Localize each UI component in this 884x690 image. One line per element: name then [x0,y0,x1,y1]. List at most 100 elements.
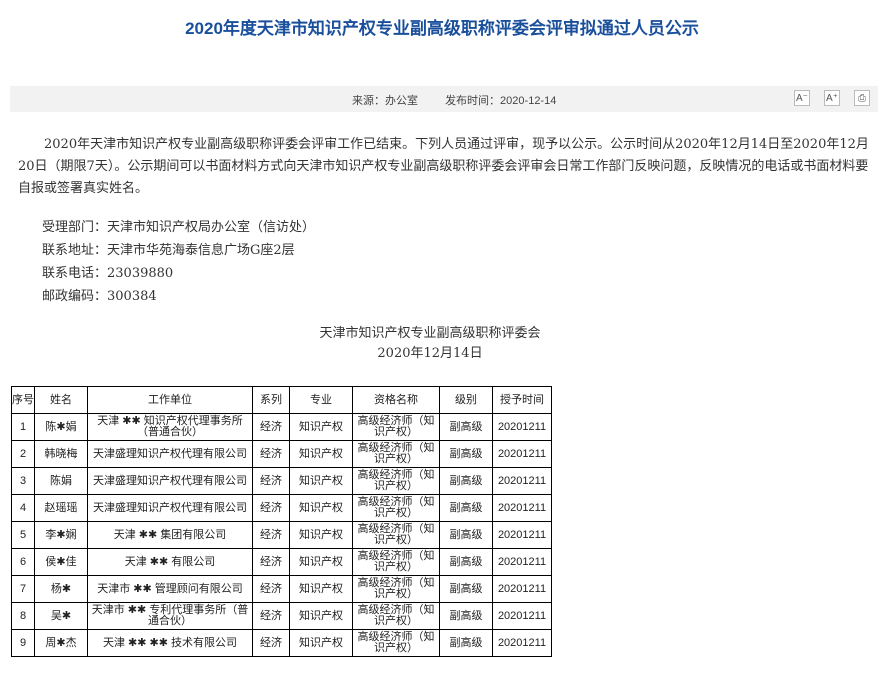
cell-unit: 天津盛理知识产权代理有限公司 [87,440,253,468]
cell-qualification: 高级经济师（知识产权） [352,440,440,468]
cell-unit: 天津 ✱✱ ✱✱ 技术有限公司 [87,629,253,657]
table-row: 3 陈娟 天津盛理知识产权代理有限公司 经济 知识产权 高级经济师（知识产权） 副高级 202… [11,467,552,495]
table-row: 9 周✱杰 天津 ✱✱ ✱✱ 技术有限公司 经济 知识产权 高级经济师（知识产权） 副高级 2… [11,629,552,657]
table-row: 5 李✱娴 天津 ✱✱ 集团有限公司 经济 知识产权 高级经济师（知识产权） 副高级 2020… [11,521,552,549]
cell-no: 7 [11,575,35,603]
cell-major: 知识产权 [289,467,353,495]
cell-no: 5 [11,521,35,549]
cell-grant-time: 20201211 [492,521,552,549]
table-row: 8 吴✱ 天津市 ✱✱ 专利代理事务所（普通合伙） 经济 知识产权 高级经济师（知识产权）… [11,602,552,630]
cell-grant-time: 20201211 [492,494,552,522]
cell-qualification: 高级经济师（知识产权） [352,521,440,549]
cell-major: 知识产权 [289,629,353,657]
cell-series: 经济 [252,467,290,495]
cell-grant-time: 20201211 [492,602,552,630]
cell-major: 知识产权 [289,548,353,576]
table-row: 1 陈✱娟 天津 ✱✱ 知识产权代理事务所（普通合伙） 经济 知识产权 高级经济师（知识产… [11,413,552,441]
cell-name: 李✱娴 [34,521,88,549]
contact-department: 受理部门：天津市知识产权局办公室（信访处） [42,220,316,235]
cell-major: 知识产权 [289,440,353,468]
cell-grant-time: 20201211 [492,413,552,441]
cell-qualification: 高级经济师（知识产权） [352,467,440,495]
cell-major: 知识产权 [289,413,353,441]
cell-qualification: 高级经济师（知识产权） [352,548,440,576]
cell-no: 8 [11,602,35,630]
cell-major: 知识产权 [289,602,353,630]
signature-block: 天津市知识产权专业副高级职称评委会 2020年12月14日 [270,324,590,364]
contact-block: 受理部门：天津市知识产权局办公室（信访处） 联系地址：天津市华苑海泰信息广场G座… [42,216,315,308]
contact-phone: 联系电话：23039880 [42,266,174,281]
cell-grant-time: 20201211 [492,440,552,468]
cell-qualification: 高级经济师（知识产权） [352,629,440,657]
cell-name: 杨✱ [34,575,88,603]
cell-level: 副高级 [439,575,493,603]
cell-name: 赵瑶瑶 [34,494,88,522]
cell-unit: 天津市 ✱✱ 管理顾问有限公司 [87,575,253,603]
header-series: 系列 [252,386,290,414]
cell-name: 吴✱ [34,602,88,630]
cell-name: 周✱杰 [34,629,88,657]
cell-grant-time: 20201211 [492,575,552,603]
cell-series: 经济 [252,413,290,441]
header-unit: 工作单位 [87,386,253,414]
cell-level: 副高级 [439,440,493,468]
cell-series: 经济 [252,494,290,522]
cell-major: 知识产权 [289,494,353,522]
cell-unit: 天津 ✱✱ 知识产权代理事务所（普通合伙） [87,413,253,441]
source-label: 来源：办公室 [352,95,418,107]
cell-name: 韩晓梅 [34,440,88,468]
cell-level: 副高级 [439,413,493,441]
cell-no: 6 [11,548,35,576]
cell-series: 经济 [252,521,290,549]
cell-level: 副高级 [439,521,493,549]
cell-major: 知识产权 [289,575,353,603]
cell-series: 经济 [252,602,290,630]
font-smaller-icon[interactable]: A⁻ [794,90,810,106]
cell-level: 副高级 [439,629,493,657]
cell-unit: 天津 ✱✱ 有限公司 [87,548,253,576]
cell-unit: 天津盛理知识产权代理有限公司 [87,467,253,495]
cell-name: 陈✱娟 [34,413,88,441]
cell-level: 副高级 [439,494,493,522]
cell-series: 经济 [252,629,290,657]
cell-no: 1 [11,413,35,441]
header-grant-time: 授予时间 [492,386,552,414]
page-title: 2020年度天津市知识产权专业副高级职称评委会评审拟通过人员公示 [185,19,699,38]
cell-level: 副高级 [439,602,493,630]
table-row: 2 韩晓梅 天津盛理知识产权代理有限公司 经济 知识产权 高级经济师（知识产权） 副高级 20… [11,440,552,468]
cell-series: 经济 [252,548,290,576]
cell-no: 9 [11,629,35,657]
cell-qualification: 高级经济师（知识产权） [352,494,440,522]
cell-no: 4 [11,494,35,522]
signature-org: 天津市知识产权专业副高级职称评委会 [319,326,541,341]
cell-series: 经济 [252,575,290,603]
signature-date: 2020年12月14日 [377,346,483,361]
header-major: 专业 [289,386,353,414]
cell-name: 侯✱佳 [34,548,88,576]
cell-grant-time: 20201211 [492,548,552,576]
article-meta-bar: 来源：办公室 发布时间：2020-12-14 A⁻ A⁺ ⎙ [10,86,878,112]
font-larger-icon[interactable]: A⁺ [824,90,840,106]
table-row: 7 杨✱ 天津市 ✱✱ 管理顾问有限公司 经济 知识产权 高级经济师（知识产权） 副高级 20… [11,575,552,603]
contact-address: 联系地址：天津市华苑海泰信息广场G座2层 [42,243,295,258]
cell-unit: 天津盛理知识产权代理有限公司 [87,494,253,522]
contact-postcode: 邮政编码：300384 [42,289,157,304]
notice-body: 2020年天津市知识产权专业副高级职称评委会评审工作已结束。下列人员通过评审，现… [18,134,870,200]
cell-major: 知识产权 [289,521,353,549]
table-header-row: 序号 姓名 工作单位 系列 专业 资格名称 级别 授予时间 [11,386,552,414]
cell-qualification: 高级经济师（知识产权） [352,413,440,441]
cell-qualification: 高级经济师（知识产权） [352,602,440,630]
table-row: 6 侯✱佳 天津 ✱✱ 有限公司 经济 知识产权 高级经济师（知识产权） 副高级 202012… [11,548,552,576]
cell-name: 陈娟 [34,467,88,495]
cell-grant-time: 20201211 [492,629,552,657]
header-qualification: 资格名称 [352,386,440,414]
article-meta: 来源：办公室 发布时间：2020-12-14 [352,92,580,108]
cell-no: 2 [11,440,35,468]
header-name: 姓名 [34,386,88,414]
cell-unit: 天津市 ✱✱ 专利代理事务所（普通合伙） [87,602,253,630]
header-level: 级别 [439,386,493,414]
approved-list-table: 序号 姓名 工作单位 系列 专业 资格名称 级别 授予时间 1 陈✱娟 天津 ✱✱ … [11,386,552,657]
cell-level: 副高级 [439,467,493,495]
table-row: 4 赵瑶瑶 天津盛理知识产权代理有限公司 经济 知识产权 高级经济师（知识产权） 副高级 20… [11,494,552,522]
print-icon[interactable]: ⎙ [854,90,870,106]
